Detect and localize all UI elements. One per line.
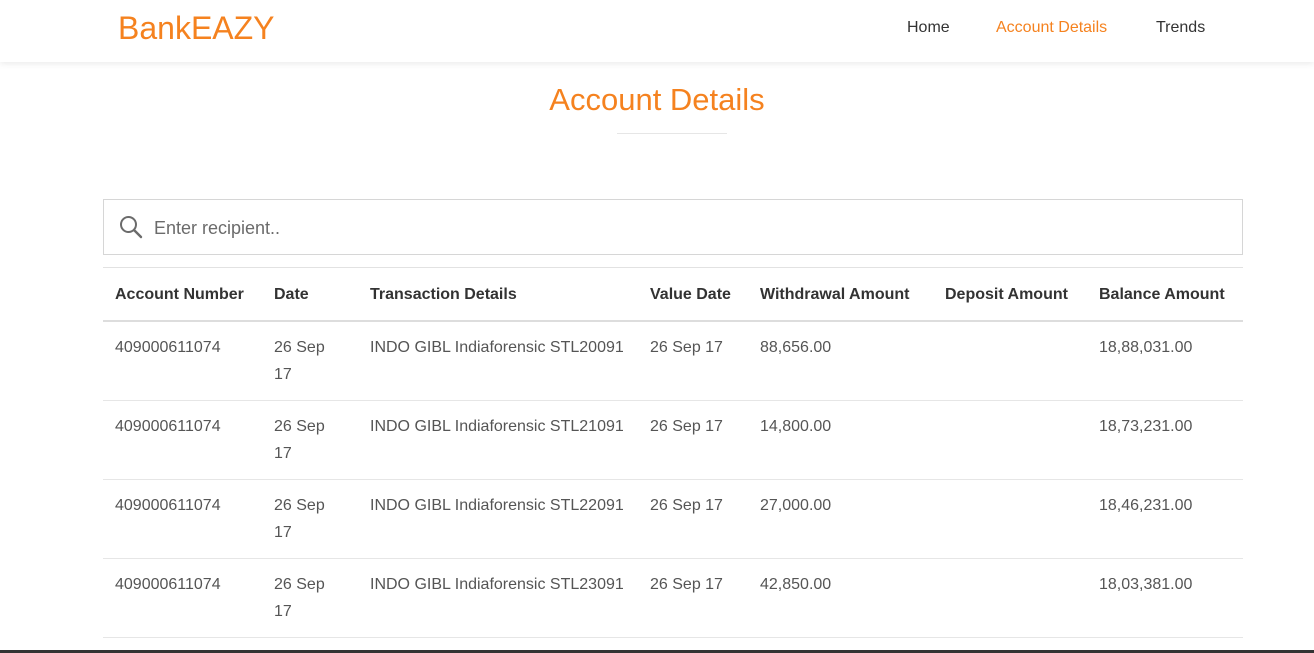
cell-balance-amount: 18,73,231.00 bbox=[1087, 400, 1243, 480]
cell-account-number: 409000611074 bbox=[103, 321, 262, 401]
cell-balance-amount: 18,46,231.00 bbox=[1087, 479, 1243, 559]
col-header-deposit-amount[interactable]: Deposit Amount bbox=[933, 267, 1087, 322]
col-header-account-number[interactable]: Account Number bbox=[103, 267, 262, 322]
cell-account-number: 409000611074 bbox=[103, 400, 262, 480]
nav-item-trends[interactable]: Trends bbox=[1156, 17, 1205, 39]
cell-withdrawal-amount: 42,850.00 bbox=[748, 558, 933, 638]
table-header: Account Number Date Transaction Details … bbox=[103, 267, 1243, 322]
cell-value-date: 26 Sep 17 bbox=[638, 479, 748, 559]
top-navbar: BankEAZY Home Account Details Trends bbox=[0, 0, 1314, 62]
title-divider bbox=[617, 133, 727, 134]
search-icon bbox=[118, 214, 144, 240]
nav-item-home[interactable]: Home bbox=[907, 17, 950, 39]
col-header-transaction-details[interactable]: Transaction Details bbox=[358, 267, 638, 322]
cell-date: 26 Sep 17 bbox=[262, 558, 358, 638]
transactions-table: Account Number Date Transaction Details … bbox=[103, 267, 1243, 638]
search-box bbox=[103, 199, 1243, 256]
cell-withdrawal-amount: 88,656.00 bbox=[748, 321, 933, 401]
cell-account-number: 409000611074 bbox=[103, 479, 262, 559]
cell-transaction-details: INDO GIBL Indiaforensic STL20091 bbox=[358, 321, 638, 401]
cell-deposit-amount bbox=[933, 400, 1087, 480]
table-row: 409000611074 26 Sep 17 INDO GIBL Indiafo… bbox=[103, 321, 1243, 401]
cell-withdrawal-amount: 27,000.00 bbox=[748, 479, 933, 559]
search-input[interactable] bbox=[152, 200, 1236, 256]
cell-balance-amount: 18,88,031.00 bbox=[1087, 321, 1243, 401]
col-header-withdrawal-amount[interactable]: Withdrawal Amount bbox=[748, 267, 933, 322]
table-row: 409000611074 26 Sep 17 INDO GIBL Indiafo… bbox=[103, 558, 1243, 638]
cell-date: 26 Sep 17 bbox=[262, 479, 358, 559]
cell-balance-amount: 18,03,381.00 bbox=[1087, 558, 1243, 638]
cell-value-date: 26 Sep 17 bbox=[638, 400, 748, 480]
table-row: 409000611074 26 Sep 17 INDO GIBL Indiafo… bbox=[103, 400, 1243, 480]
nav-item-account-details[interactable]: Account Details bbox=[996, 17, 1107, 39]
cell-date: 26 Sep 17 bbox=[262, 321, 358, 401]
col-header-value-date[interactable]: Value Date bbox=[638, 267, 748, 322]
table-body: 409000611074 26 Sep 17 INDO GIBL Indiafo… bbox=[103, 321, 1243, 638]
brand-logo[interactable]: BankEAZY bbox=[118, 8, 275, 48]
cell-deposit-amount bbox=[933, 321, 1087, 401]
cell-deposit-amount bbox=[933, 558, 1087, 638]
cell-value-date: 26 Sep 17 bbox=[638, 558, 748, 638]
cell-account-number: 409000611074 bbox=[103, 558, 262, 638]
header-row: Account Number Date Transaction Details … bbox=[103, 267, 1243, 322]
page-title: Account Details bbox=[549, 82, 765, 117]
cell-withdrawal-amount: 14,800.00 bbox=[748, 400, 933, 480]
table-row: 409000611074 26 Sep 17 INDO GIBL Indiafo… bbox=[103, 479, 1243, 559]
cell-deposit-amount bbox=[933, 479, 1087, 559]
cell-transaction-details: INDO GIBL Indiaforensic STL23091 bbox=[358, 558, 638, 638]
cell-transaction-details: INDO GIBL Indiaforensic STL21091 bbox=[358, 400, 638, 480]
cell-date: 26 Sep 17 bbox=[262, 400, 358, 480]
cell-transaction-details: INDO GIBL Indiaforensic STL22091 bbox=[358, 479, 638, 559]
cell-value-date: 26 Sep 17 bbox=[638, 321, 748, 401]
col-header-date[interactable]: Date bbox=[262, 267, 358, 322]
col-header-balance-amount[interactable]: Balance Amount bbox=[1087, 267, 1243, 322]
